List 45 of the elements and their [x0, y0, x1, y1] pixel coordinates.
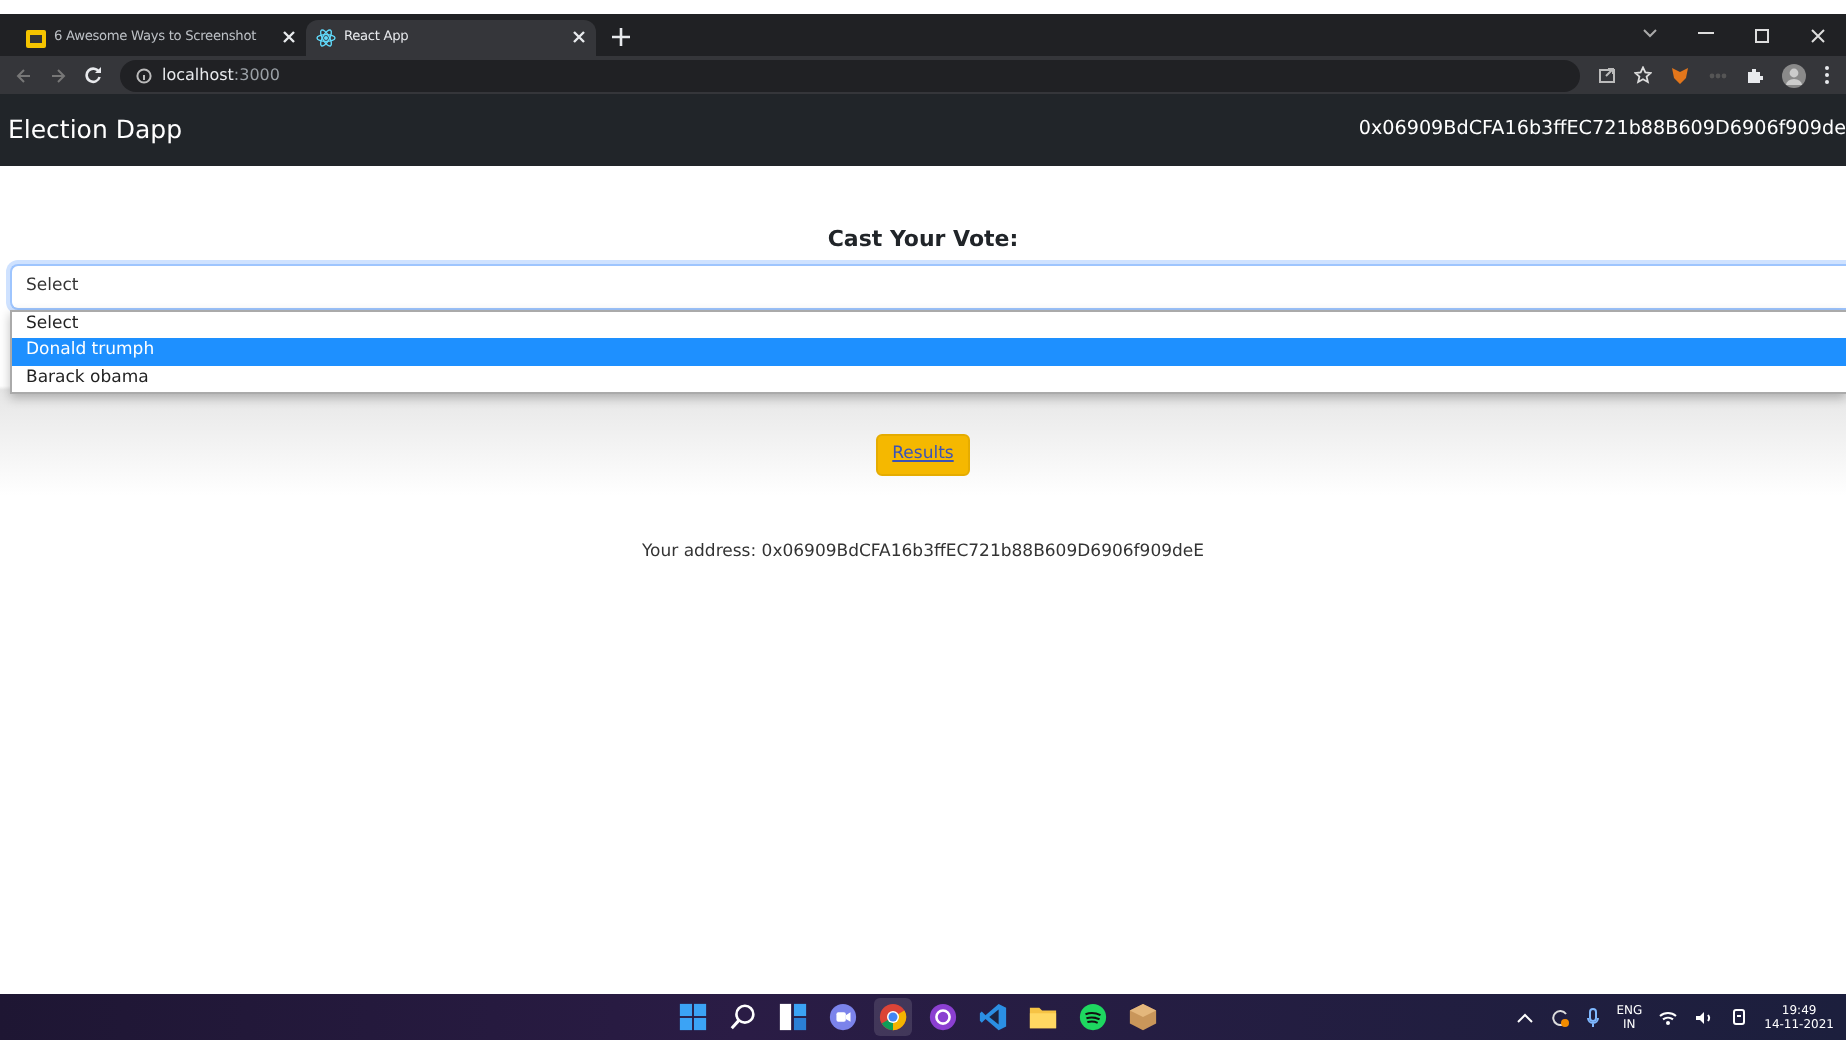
dropdown-option[interactable]: Barack obama: [12, 365, 1846, 392]
menu-icon[interactable]: [1824, 66, 1830, 84]
site-icon: [26, 29, 46, 47]
start-icon[interactable]: [678, 1002, 708, 1032]
forward-icon[interactable]: [50, 67, 66, 83]
music-icon[interactable]: [1078, 1002, 1108, 1032]
address-text: Your address: 0x06909BdCFA16b3ffEC721b88B609D6906f909deE: [639, 539, 1207, 565]
code-editor-icon[interactable]: [978, 1002, 1008, 1032]
close-icon[interactable]: [572, 29, 586, 44]
battery-icon[interactable]: [1730, 1008, 1749, 1026]
speaker-icon[interactable]: [1694, 1009, 1715, 1025]
close-icon[interactable]: [282, 29, 296, 44]
fox-icon[interactable]: [1670, 65, 1690, 85]
url-text[interactable]: localhost:3000: [162, 63, 280, 87]
new-tab-icon[interactable]: [612, 28, 630, 46]
atom-icon: [316, 28, 336, 48]
sync-icon[interactable]: [1550, 1007, 1571, 1027]
results-button[interactable]: Results: [876, 434, 970, 476]
vote-heading: Cast Your Vote:: [825, 224, 1021, 256]
wifi-icon[interactable]: [1658, 1009, 1679, 1025]
close-icon[interactable]: [1810, 27, 1826, 43]
browser-icon[interactable]: [878, 1002, 908, 1032]
app-brand[interactable]: Election Dapp: [0, 111, 183, 149]
restore-icon[interactable]: [1754, 27, 1770, 43]
address-bar[interactable]: localhost:3000: [120, 59, 1580, 91]
minimize-icon[interactable]: [1698, 27, 1714, 37]
extension-dots-icon[interactable]: [1708, 69, 1728, 81]
video-chat-icon[interactable]: [828, 1002, 858, 1032]
share-icon[interactable]: [1598, 66, 1616, 84]
account-address: 0x06909BdCFA16b3ffEC721b88B609D6906f909de: [1358, 115, 1846, 144]
dropdown-option[interactable]: Select: [12, 311, 1846, 338]
folder-icon[interactable]: [1028, 1002, 1058, 1032]
info-icon: [136, 67, 152, 83]
star-icon[interactable]: [1634, 66, 1652, 84]
chevron-up-icon[interactable]: [1516, 1011, 1535, 1023]
search-icon[interactable]: [728, 1002, 758, 1032]
avatar-icon[interactable]: [1782, 63, 1806, 87]
back-icon[interactable]: [16, 67, 32, 83]
reload-icon[interactable]: [84, 66, 102, 84]
widgets-icon[interactable]: [778, 1002, 808, 1032]
package-icon[interactable]: [1128, 1002, 1158, 1032]
puzzle-icon[interactable]: [1746, 66, 1764, 84]
microphone-icon[interactable]: [1586, 1007, 1601, 1027]
candidate-select[interactable]: Select: [10, 263, 1846, 309]
chevron-down-icon[interactable]: [1642, 27, 1658, 37]
